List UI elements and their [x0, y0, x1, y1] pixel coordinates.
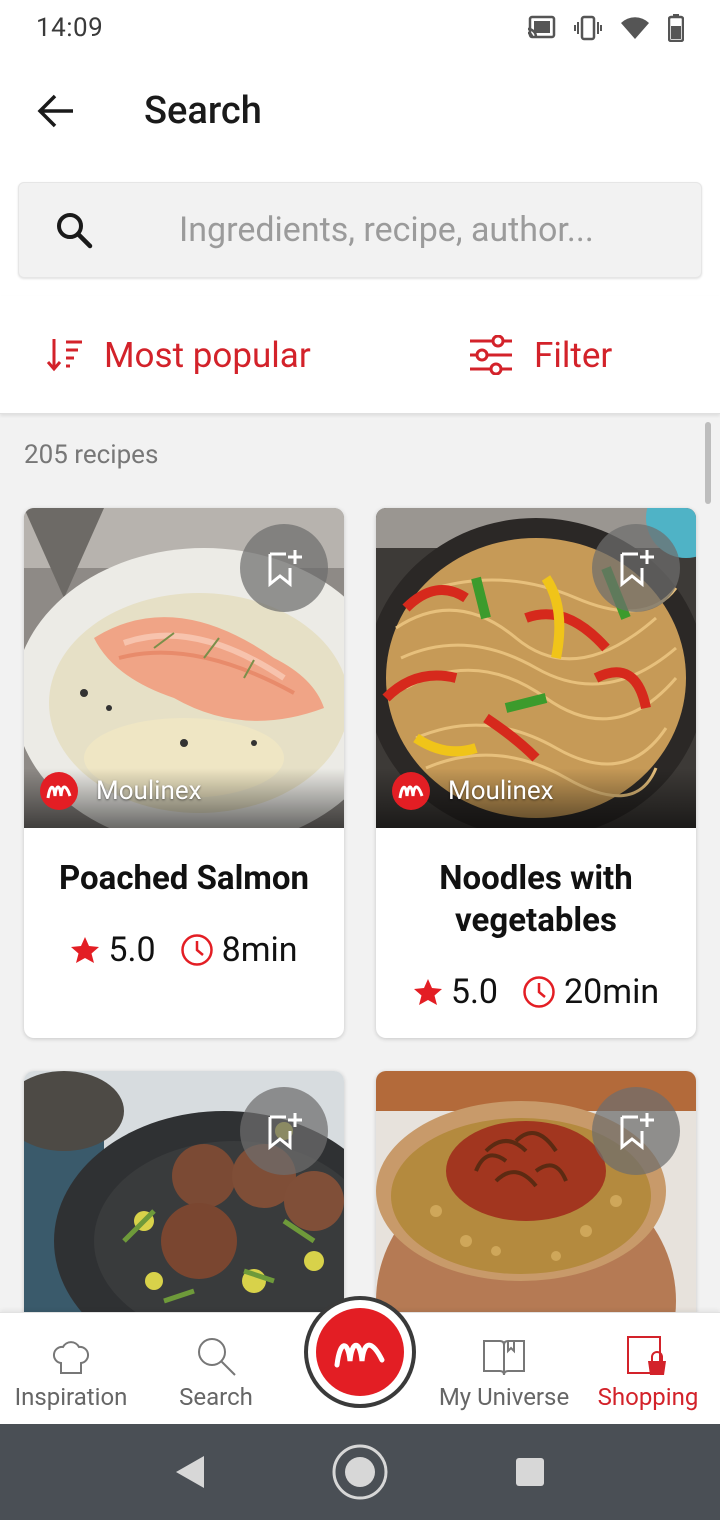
bookmark-add-icon [268, 550, 302, 588]
moulinex-logo-icon [40, 772, 78, 810]
moulinex-logo-icon [392, 772, 430, 810]
sort-icon [46, 339, 82, 372]
recipe-meta: 5.0 20min [376, 972, 696, 1012]
bookmark-add-icon [620, 550, 654, 588]
search-input[interactable]: Ingredients, recipe, author... [18, 182, 702, 278]
search-section: Ingredients, recipe, author... [0, 166, 720, 296]
nav-label: Inspiration [14, 1383, 128, 1411]
status-time: 14:09 [36, 13, 104, 43]
bookmark-add-button[interactable] [592, 1087, 680, 1175]
brand-row: Moulinex [40, 772, 202, 810]
star-icon [71, 937, 100, 963]
book-icon [483, 1340, 525, 1376]
sort-button[interactable]: Most popular [46, 296, 311, 414]
recipe-image: Moulinex [24, 508, 344, 828]
clock-icon [180, 934, 213, 966]
nav-my-universe[interactable]: My Universe [434, 1313, 574, 1425]
chef-hat-icon [52, 1341, 90, 1374]
shopping-bag-icon [627, 1336, 666, 1375]
nav-label: My Universe [438, 1383, 570, 1411]
bookmark-add-button[interactable] [240, 524, 328, 612]
brand-name: Moulinex [448, 776, 554, 806]
app-bar: Search [0, 56, 720, 166]
search-icon [198, 1338, 236, 1376]
page-title: Search [144, 89, 262, 133]
system-recents-button[interactable] [506, 1448, 554, 1496]
filter-icon [470, 335, 512, 375]
cook-time: 20min [522, 972, 659, 1012]
nav-search[interactable]: Search [150, 1313, 282, 1425]
recipe-title: Noodles with vegetables [439, 859, 633, 940]
system-nav-bar [0, 1424, 720, 1520]
clock-icon [523, 976, 555, 1008]
recipe-card[interactable]: Moulinex Noodles with vegetables 5.0 20m… [376, 508, 696, 1038]
rating: 5.0 [70, 930, 156, 970]
recipe-image: Moulinex [376, 508, 696, 828]
wifi-icon [621, 17, 649, 39]
search-icon [19, 210, 129, 250]
card-body: Poached Salmon 5.0 8min [24, 828, 344, 1038]
home-circle-icon [332, 1444, 388, 1500]
battery-icon [668, 14, 684, 42]
nav-label: Search [179, 1383, 253, 1411]
square-recents-icon [516, 1458, 544, 1486]
result-count: 205 recipes [24, 440, 159, 470]
system-home-button[interactable] [330, 1442, 390, 1502]
recipe-meta: 5.0 8min [24, 930, 344, 970]
scrollbar[interactable] [705, 422, 711, 504]
triangle-back-icon [176, 1456, 204, 1488]
sort-filter-bar: Most popular Filter [0, 296, 720, 414]
filter-label: Filter [534, 334, 613, 376]
home-center-button[interactable] [304, 1296, 416, 1408]
nav-shopping[interactable]: Shopping [590, 1313, 706, 1425]
bookmark-add-button[interactable] [592, 524, 680, 612]
brand-row: Moulinex [392, 772, 554, 810]
time-value: 8min [221, 930, 298, 970]
brand-name: Moulinex [96, 776, 202, 806]
bookmark-add-icon [620, 1113, 654, 1151]
cast-icon [527, 15, 556, 39]
vibrate-icon [574, 15, 602, 41]
sort-label: Most popular [104, 334, 311, 376]
bookmark-add-icon [268, 1113, 302, 1151]
filter-button[interactable]: Filter [468, 296, 612, 414]
card-body: Noodles with vegetables 5.0 20min [376, 828, 696, 1038]
time-value: 20min [564, 972, 660, 1012]
nav-inspiration[interactable]: Inspiration [4, 1313, 138, 1425]
recipe-title: Poached Salmon [58, 859, 310, 898]
rating: 5.0 [413, 972, 498, 1012]
cook-time: 8min [180, 930, 298, 970]
search-placeholder: Ingredients, recipe, author... [179, 210, 594, 250]
status-icons [526, 14, 684, 42]
moulinex-logo-icon [316, 1308, 404, 1396]
status-bar: 14:09 [0, 0, 720, 56]
star-icon [413, 979, 442, 1005]
system-back-button[interactable] [166, 1448, 214, 1496]
recipe-card[interactable]: Moulinex Poached Salmon 5.0 8min [24, 508, 344, 1038]
bookmark-add-button[interactable] [240, 1087, 328, 1175]
rating-value: 5.0 [450, 972, 499, 1012]
rating-value: 5.0 [108, 930, 156, 970]
nav-label: Shopping [597, 1383, 699, 1411]
back-arrow-icon [37, 94, 73, 128]
back-button[interactable] [0, 56, 112, 166]
